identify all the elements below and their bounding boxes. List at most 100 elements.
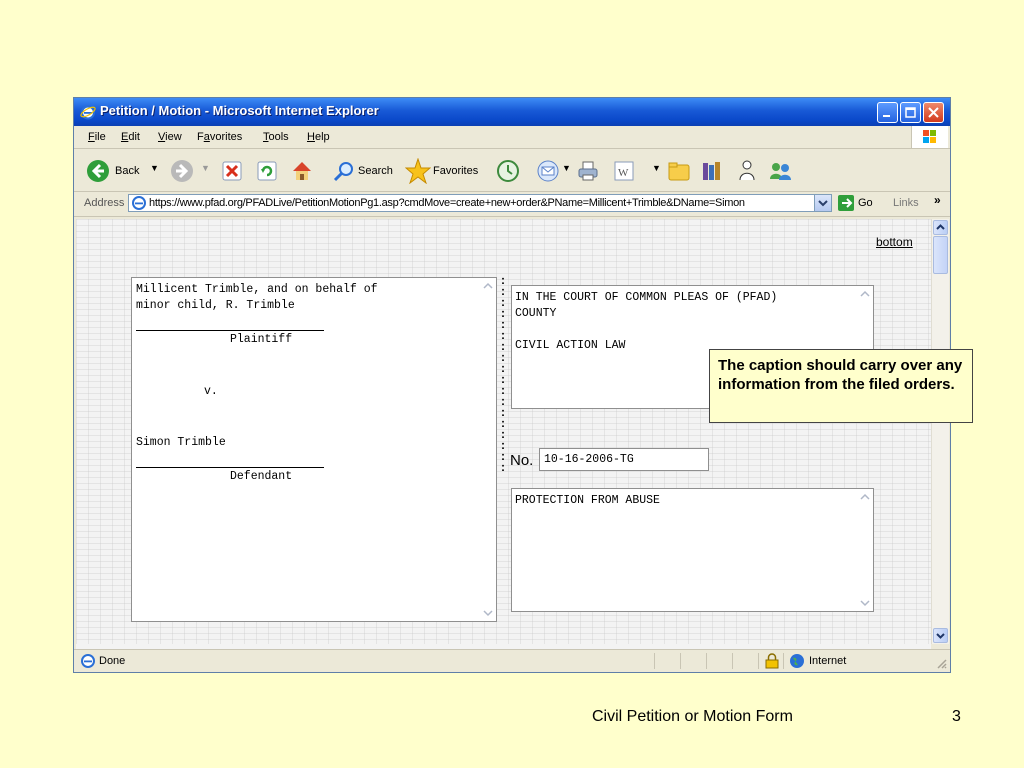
- favorites-star-icon: [404, 157, 432, 185]
- home-icon: [293, 162, 311, 180]
- stop-button[interactable]: [222, 161, 242, 184]
- close-icon: [928, 107, 939, 118]
- maximize-icon: [905, 107, 916, 118]
- scroll-down-icon: [936, 633, 945, 639]
- print-icon: [578, 161, 598, 181]
- status-bar: Done Internet: [74, 649, 950, 672]
- scroll-thumb[interactable]: [933, 236, 948, 274]
- back-label: Back: [115, 165, 140, 177]
- maximize-button[interactable]: [900, 102, 921, 123]
- defendant-label: Defendant: [230, 470, 293, 483]
- scroll-down-icon[interactable]: [859, 597, 871, 609]
- case-number-input[interactable]: 10-16-2006-TG: [539, 448, 709, 471]
- lock-icon[interactable]: [765, 653, 779, 669]
- forward-button[interactable]: ▼: [170, 159, 210, 186]
- research-button[interactable]: [700, 159, 724, 186]
- chevron-more-icon[interactable]: »: [934, 193, 941, 207]
- security-zone: Internet: [809, 655, 847, 667]
- svg-text:W: W: [618, 167, 629, 179]
- page-scrollbar[interactable]: [931, 219, 949, 644]
- status-text: Done: [99, 655, 126, 667]
- history-button[interactable]: [496, 159, 520, 186]
- search-icon: [333, 162, 353, 182]
- close-button[interactable]: [923, 102, 944, 123]
- plaintiff-label: Plaintiff: [230, 333, 293, 346]
- mail-icon: [537, 160, 559, 182]
- menu-edit[interactable]: Edit: [121, 131, 140, 143]
- court-text: IN THE COURT OF COMMON PLEAS OF (PFAD) C…: [515, 291, 778, 352]
- bottom-link[interactable]: bottom: [876, 235, 913, 249]
- status-divider: [706, 653, 707, 669]
- back-dropdown-icon[interactable]: ▼: [150, 163, 159, 173]
- menu-favorites[interactable]: Favorites: [197, 131, 242, 143]
- resize-grip-icon[interactable]: [935, 657, 947, 669]
- status-divider: [654, 653, 655, 669]
- search-button[interactable]: Search: [332, 159, 393, 186]
- favorites-button[interactable]: Favorites: [404, 157, 478, 187]
- ie-logo-icon: [80, 105, 96, 120]
- back-arrow-icon: [87, 160, 109, 182]
- mail-dropdown-icon[interactable]: ▼: [562, 163, 571, 173]
- refresh-icon: [257, 161, 277, 181]
- menu-help[interactable]: Help: [307, 131, 330, 143]
- defendant-line: [136, 467, 324, 468]
- address-bar: Address https://www.pfad.org/PFADLive/Pe…: [74, 192, 950, 217]
- slide-page-number: 3: [952, 708, 961, 725]
- scroll-down-button[interactable]: [933, 628, 948, 643]
- history-icon: [497, 160, 519, 182]
- contacts-people-icon: [770, 163, 791, 180]
- address-input[interactable]: https://www.pfad.org/PFADLive/PetitionMo…: [128, 194, 832, 212]
- scroll-up-button[interactable]: [933, 220, 948, 235]
- minimize-button[interactable]: [877, 102, 898, 123]
- refresh-button[interactable]: [257, 161, 277, 184]
- edit-dropdown-icon[interactable]: ▼: [652, 163, 661, 173]
- case-type-textarea[interactable]: PROTECTION FROM ABUSE: [511, 488, 874, 612]
- stop-icon: [222, 161, 242, 181]
- plaintiff-text: Millicent Trimble, and on behalf of mino…: [136, 283, 378, 312]
- forward-dropdown-icon[interactable]: ▼: [201, 163, 210, 173]
- case-number-value: 10-16-2006-TG: [544, 453, 634, 466]
- chevron-down-icon: [818, 200, 828, 207]
- go-label: Go: [858, 197, 873, 209]
- menu-view[interactable]: View: [158, 131, 182, 143]
- scroll-up-icon: [936, 224, 945, 230]
- contacts-button[interactable]: [768, 159, 794, 186]
- case-type-scrollbar[interactable]: [857, 489, 873, 611]
- standard-toolbar: Back ▼ ▼ Search Favorites ▼ W ▼: [74, 149, 950, 192]
- menu-tools[interactable]: Tools: [263, 131, 289, 143]
- word-edit-icon: W: [614, 161, 634, 181]
- minimize-icon: [883, 115, 890, 117]
- menu-file[interactable]: File: [88, 131, 106, 143]
- scroll-down-icon[interactable]: [482, 607, 494, 619]
- go-arrow-icon: [838, 195, 854, 211]
- windows-flag-icon: [911, 126, 948, 148]
- messenger-button[interactable]: [735, 159, 759, 186]
- links-label[interactable]: Links: [893, 197, 919, 209]
- address-label: Address: [84, 197, 125, 209]
- parties-scrollbar[interactable]: [480, 278, 496, 621]
- address-url: https://www.pfad.org/PFADLive/PetitionMo…: [149, 197, 745, 209]
- edit-button[interactable]: W ▼: [614, 161, 661, 184]
- scroll-up-icon[interactable]: [859, 491, 871, 503]
- scroll-up-icon[interactable]: [859, 288, 871, 300]
- window-title: Petition / Motion - Microsoft Internet E…: [100, 103, 379, 118]
- annotation-callout: The caption should carry over any inform…: [709, 349, 973, 423]
- defendant-name: Simon Trimble: [136, 436, 226, 449]
- parties-textarea[interactable]: Millicent Trimble, and on behalf of mino…: [131, 277, 497, 622]
- title-bar[interactable]: Petition / Motion - Microsoft Internet E…: [74, 98, 950, 126]
- go-button[interactable]: Go: [838, 195, 873, 214]
- back-button[interactable]: Back ▼: [86, 159, 159, 186]
- print-button[interactable]: [576, 159, 600, 186]
- mail-button[interactable]: ▼: [536, 159, 571, 186]
- menu-bar: File Edit View Favorites Tools Help: [74, 126, 950, 149]
- status-divider: [783, 653, 784, 669]
- scroll-up-icon[interactable]: [482, 280, 494, 292]
- folder-icon: [668, 162, 690, 181]
- slide-footer-title: Civil Petition or Motion Form: [592, 708, 793, 725]
- home-button[interactable]: [290, 159, 314, 186]
- page-content: bottom Millicent Trimble, and on behalf …: [76, 219, 931, 644]
- discuss-button[interactable]: [668, 160, 690, 185]
- address-dropdown-button[interactable]: [814, 195, 831, 211]
- column-divider: ::::::::::::::::::: [501, 273, 505, 474]
- case-type-text: PROTECTION FROM ABUSE: [515, 494, 660, 507]
